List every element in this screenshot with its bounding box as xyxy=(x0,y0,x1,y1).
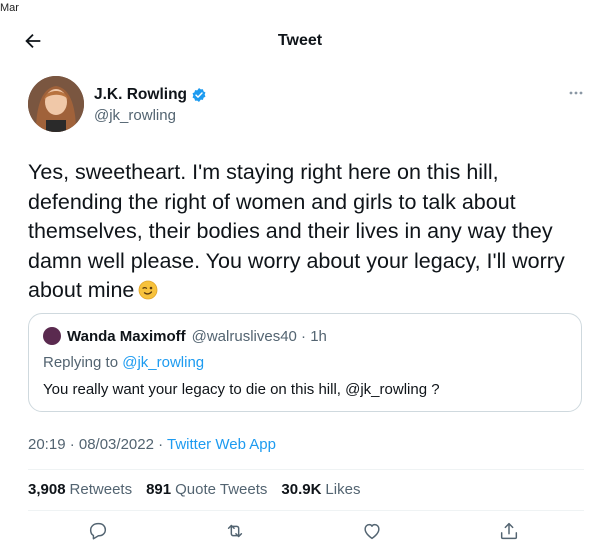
wink-emoji-icon xyxy=(138,280,158,300)
reply-icon[interactable] xyxy=(87,520,109,542)
tweet-body: Yes, sweetheart. I'm staying right here … xyxy=(28,158,576,306)
time-date[interactable]: 20:19 · 08/03/2022 · xyxy=(28,436,167,453)
avatar-image xyxy=(28,76,84,132)
quoted-author-name: Wanda Maximoff xyxy=(67,327,186,345)
retweets-count: 3,908 xyxy=(28,481,66,498)
avatar[interactable] xyxy=(28,76,84,132)
retweet-icon[interactable] xyxy=(224,520,246,542)
tweet-author: J.K. Rowling @jk_rowling xyxy=(28,72,584,134)
replying-to-label: Replying to xyxy=(43,354,119,371)
replying-to-handle[interactable]: @jk_rowling xyxy=(122,354,204,371)
replying-to: Replying to @jk_rowling xyxy=(43,354,204,371)
quoted-avatar xyxy=(43,327,61,345)
author-handle[interactable]: @jk_rowling xyxy=(94,107,176,124)
divider xyxy=(28,469,584,470)
quoted-tweet-text: You really want your legacy to die on th… xyxy=(43,381,440,398)
engagement-stats: 3,908 Retweets 891 Quote Tweets 30.9K Likes xyxy=(28,481,360,498)
author-name-text: J.K. Rowling xyxy=(94,86,187,103)
tweet-header: Tweet xyxy=(0,22,600,60)
quoted-tweet-header: Wanda Maximoff @walruslives40 · 1h xyxy=(43,327,327,345)
page-title: Tweet xyxy=(277,32,323,49)
retweets-label: Retweets xyxy=(69,481,133,498)
divider xyxy=(28,510,584,511)
retweets-stat[interactable]: 3,908 Retweets xyxy=(28,481,132,498)
action-bar xyxy=(28,520,584,546)
tweet-text: Yes, sweetheart. I'm staying right here … xyxy=(28,160,565,302)
quote-tweets-count: 891 xyxy=(146,481,172,498)
quote-tweets-stat[interactable]: 891 Quote Tweets xyxy=(146,481,267,498)
share-icon[interactable] xyxy=(498,520,520,542)
tweet-timestamp: 20:19 · 08/03/2022 · Twitter Web App xyxy=(28,436,276,453)
author-name[interactable]: J.K. Rowling xyxy=(94,86,207,104)
source-app-link[interactable]: Twitter Web App xyxy=(167,436,276,453)
like-heart-icon[interactable] xyxy=(361,520,383,542)
verified-badge-icon xyxy=(192,88,206,102)
quoted-tweet[interactable]: Wanda Maximoff @walruslives40 · 1h Reply… xyxy=(28,313,582,412)
quote-tweets-label: Quote Tweets xyxy=(175,481,268,498)
corner-label: Mar xyxy=(0,2,19,14)
likes-stat[interactable]: 30.9K Likes xyxy=(281,481,360,498)
likes-count: 30.9K xyxy=(281,481,322,498)
quoted-handle-time: @walruslives40 · 1h xyxy=(191,327,327,345)
likes-label: Likes xyxy=(325,481,361,498)
more-options-icon[interactable] xyxy=(568,90,584,96)
